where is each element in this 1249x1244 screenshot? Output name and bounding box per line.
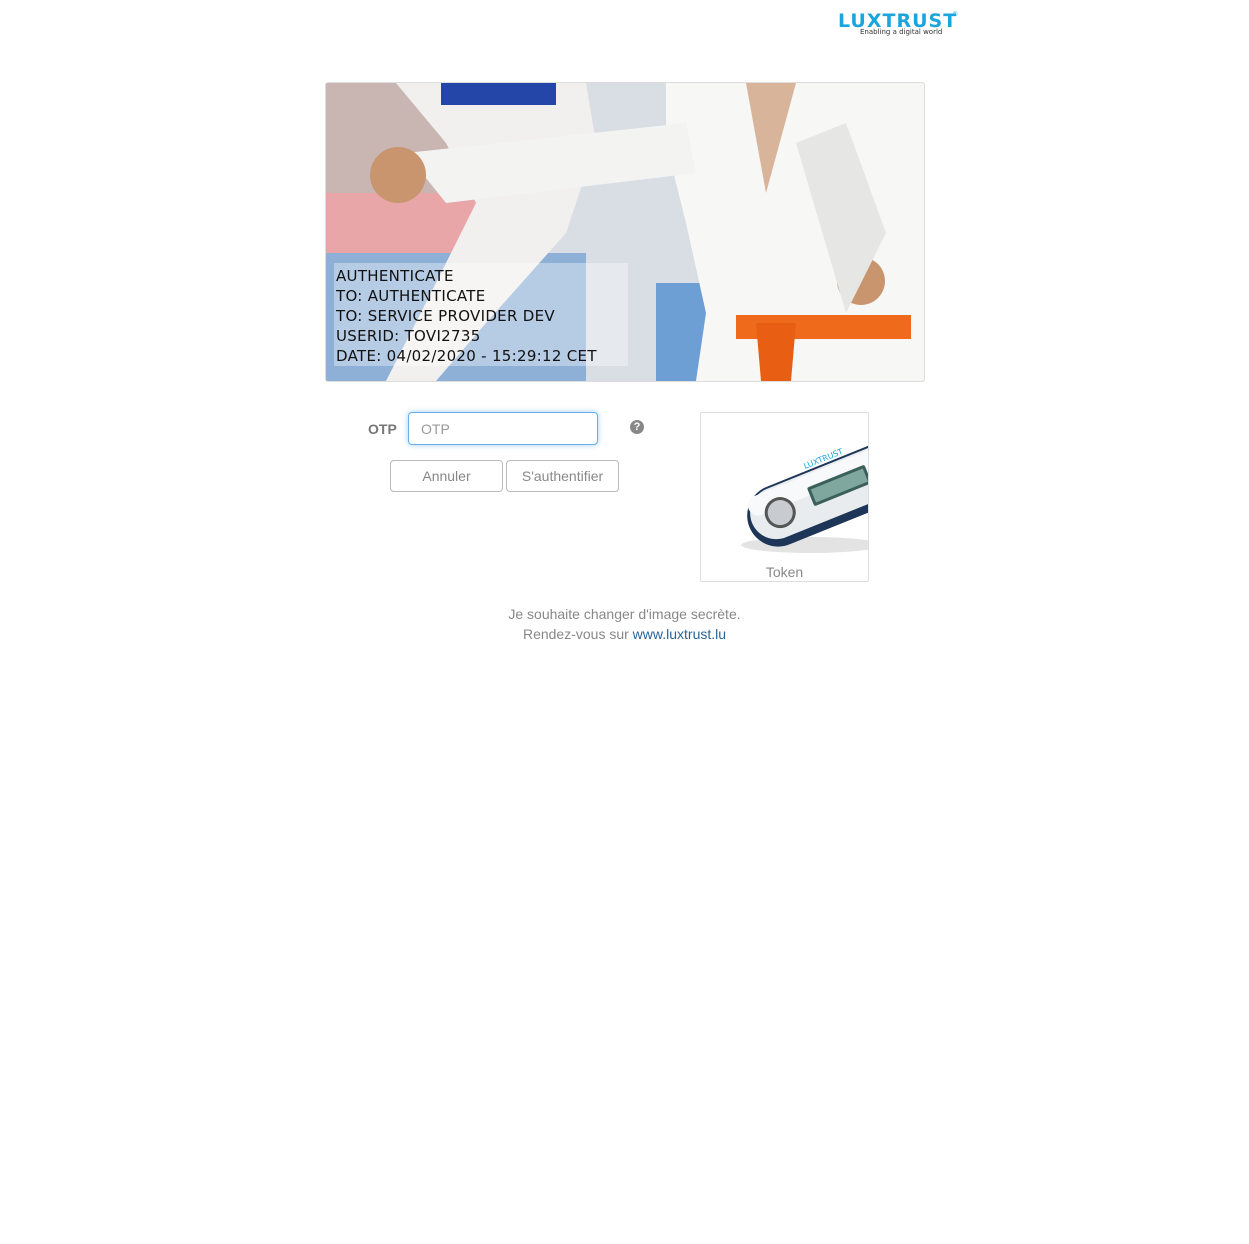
otp-input[interactable] [408,412,598,445]
registered-mark-icon: ® [953,12,958,18]
logo-tagline: Enabling a digital world [860,28,943,36]
transaction-line: DATE: 04/02/2020 - 15:29:12 CET [336,347,597,365]
transaction-line: USERID: TOVI2735 [336,327,481,345]
authenticate-button[interactable]: S'authentifier [506,460,619,492]
visit-prefix: Rendez-vous sur [522,626,629,642]
cancel-button[interactable]: Annuler [390,460,503,492]
transaction-line: AUTHENTICATE [336,267,454,285]
question-circle-icon[interactable]: ? [630,420,644,434]
secret-image: AUTHENTICATE TO: AUTHENTICATE TO: SERVIC… [325,82,925,382]
luxtrust-link[interactable]: www.luxtrust.lu [633,626,726,642]
token-device-card[interactable]: LUXTRUST Token [700,412,869,582]
otp-label: OTP [368,421,397,437]
visit-line: Rendez-vous sur www.luxtrust.lu [0,624,1249,644]
token-device-icon: LUXTRUST [741,442,868,553]
login-page: LUXTRUST ® Enabling a digital world AUTH… [0,0,1249,1244]
change-image-text: Je souhaite changer d'image secrète. [508,606,741,622]
token-label: Token [765,564,804,580]
change-image-info: Je souhaite changer d'image secrète. Ren… [0,604,1249,644]
transaction-line: TO: AUTHENTICATE [336,287,486,305]
luxtrust-logo: LUXTRUST ® Enabling a digital world [836,10,960,40]
transaction-line: TO: SERVICE PROVIDER DEV [336,307,555,325]
transaction-details: AUTHENTICATE TO: AUTHENTICATE TO: SERVIC… [336,266,597,366]
